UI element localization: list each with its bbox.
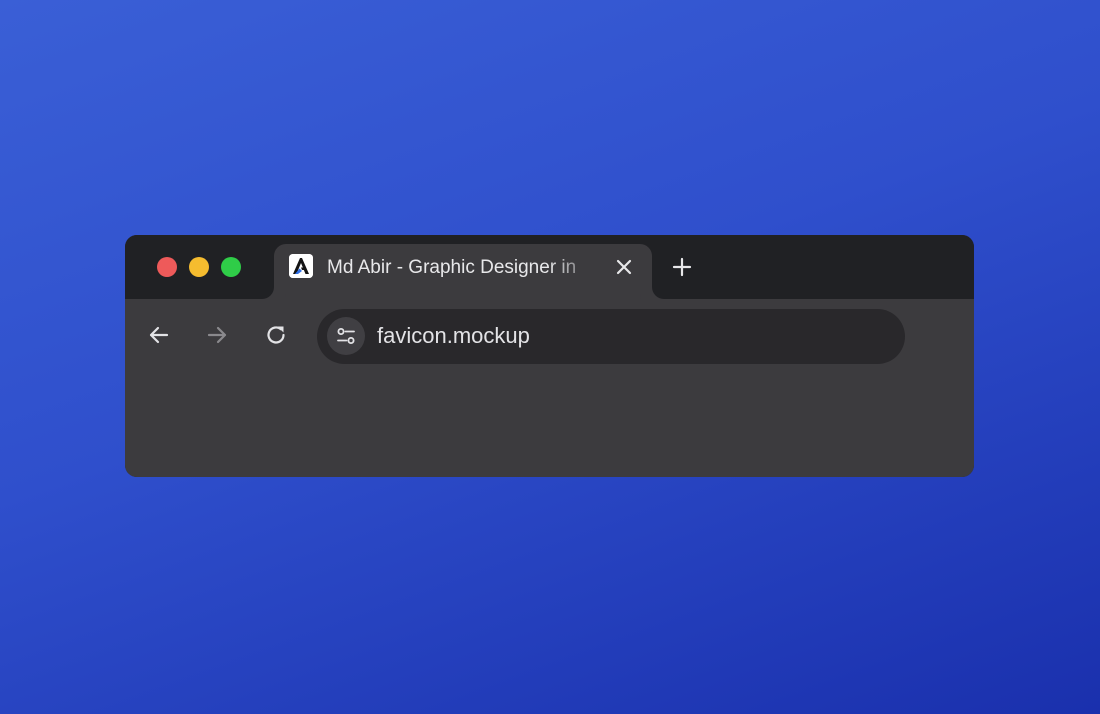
toolbar: favicon.mockup	[125, 299, 974, 477]
arrow-left-icon[interactable]	[145, 321, 173, 349]
arrow-right-icon[interactable]	[203, 321, 231, 349]
tune-icon[interactable]	[327, 317, 365, 355]
address-bar[interactable]: favicon.mockup	[317, 309, 905, 364]
tab-title: Md Abir - Graphic Designer in	[327, 257, 577, 278]
close-icon[interactable]	[613, 256, 635, 278]
url-text[interactable]: favicon.mockup	[377, 323, 530, 349]
browser-window: Md Abir - Graphic Designer in favicon.mo…	[125, 235, 974, 477]
tab-strip: Md Abir - Graphic Designer in	[125, 235, 974, 304]
tab-active[interactable]: Md Abir - Graphic Designer in	[274, 244, 652, 304]
abir-logo-icon	[289, 254, 313, 278]
close-window-button[interactable]	[157, 257, 177, 277]
reload-icon[interactable]	[262, 321, 290, 349]
minimize-window-button[interactable]	[189, 257, 209, 277]
plus-icon[interactable]	[670, 255, 694, 279]
maximize-window-button[interactable]	[221, 257, 241, 277]
